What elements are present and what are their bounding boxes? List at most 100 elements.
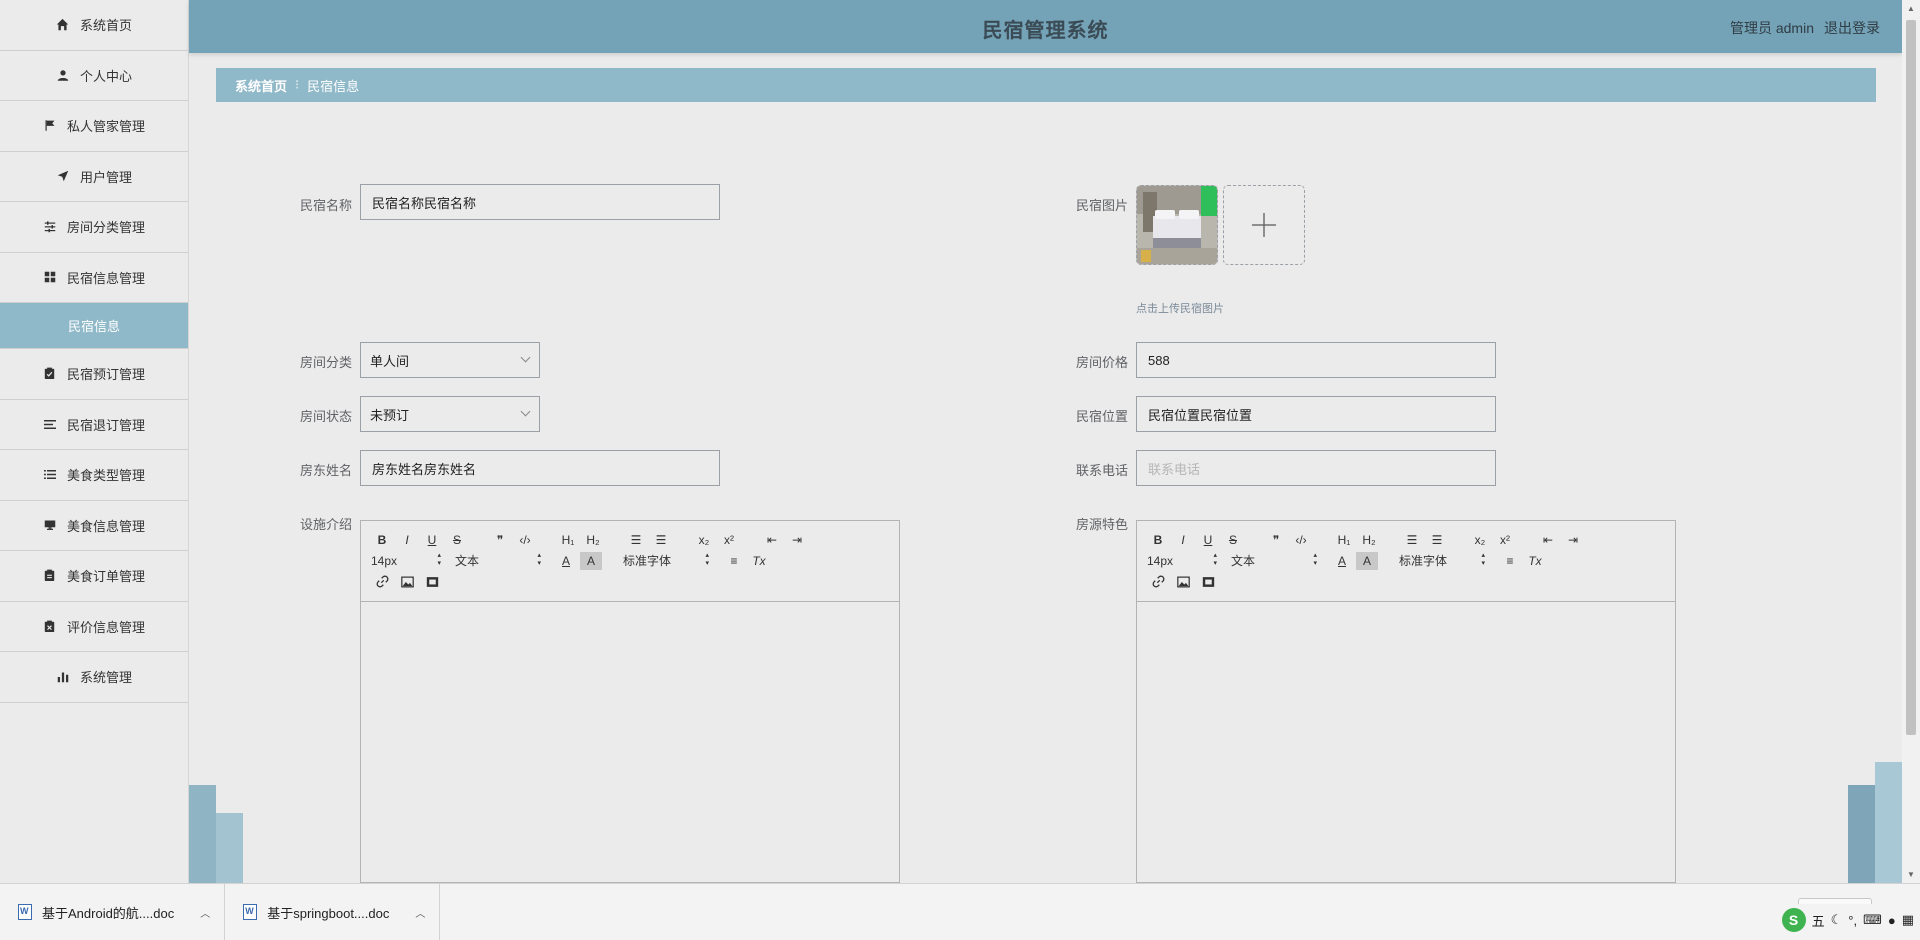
sidebar-subitem-homestay-info[interactable]: 民宿信息 [0, 303, 188, 349]
h2-button[interactable]: H₂ [582, 531, 604, 549]
scrollbar-thumb[interactable] [1906, 20, 1916, 735]
code-button[interactable]: ‹/› [1290, 531, 1312, 549]
sogou-logo-icon[interactable]: S [1781, 908, 1806, 932]
superscript-button[interactable]: x² [1494, 531, 1516, 549]
sidebar-item-room-category[interactable]: 房间分类管理 [0, 202, 188, 253]
italic-button[interactable]: I [396, 531, 418, 549]
ime-toolbar: S 五 ☾ °, ⌨ ● ▦ [1775, 904, 1918, 936]
quote-button[interactable]: ❞ [489, 531, 511, 549]
image-icon[interactable] [1172, 573, 1194, 591]
send-icon [56, 169, 70, 183]
sidebar-item-food-type[interactable]: 美食类型管理 [0, 450, 188, 501]
strike-button[interactable]: S [446, 531, 468, 549]
sidebar-item-booking[interactable]: 民宿预订管理 [0, 349, 188, 400]
breadcrumb: 系统首页 ⁝ 民宿信息 [216, 68, 1876, 102]
font-color-button[interactable]: A [1331, 552, 1353, 570]
sidebar-item-food-info[interactable]: 美食信息管理 [0, 501, 188, 551]
chevron-down-icon [520, 352, 531, 363]
underline-button[interactable]: U [421, 531, 443, 549]
chevron-up-icon[interactable]: ︿ [415, 905, 425, 920]
monitor-icon [43, 518, 57, 532]
video-icon[interactable] [421, 573, 443, 591]
user-icon[interactable]: ● [1888, 913, 1896, 928]
clean-format-button[interactable]: Tx [748, 552, 770, 570]
price-input[interactable]: 588 [1136, 342, 1496, 378]
bold-button[interactable]: B [1147, 531, 1169, 549]
sidebar-item-butler[interactable]: 私人管家管理 [0, 101, 188, 152]
subscript-button[interactable]: x₂ [693, 531, 715, 549]
features-editor-content[interactable] [1137, 602, 1675, 883]
text-format-select[interactable]: 文本 [455, 552, 541, 570]
font-family-select[interactable]: 标准字体 [1399, 552, 1485, 570]
underline-button[interactable]: U [1197, 531, 1219, 549]
outdent-button[interactable]: ⇤ [761, 531, 783, 549]
scroll-up-icon[interactable]: ▲ [1907, 4, 1915, 13]
font-color-button[interactable]: A [555, 552, 577, 570]
code-button[interactable]: ‹/› [514, 531, 536, 549]
download-item[interactable]: 基于Android的航....doc ︿ [0, 883, 226, 940]
sidebar-item-system[interactable]: 系统管理 [0, 652, 188, 703]
link-icon[interactable] [371, 573, 393, 591]
sidebar-item-label: 美食信息管理 [66, 518, 145, 534]
align-button[interactable]: ≡ [723, 552, 745, 570]
breadcrumb-home[interactable]: 系统首页 [235, 76, 287, 95]
align-button[interactable]: ≡ [1499, 552, 1521, 570]
video-icon[interactable] [1197, 573, 1219, 591]
add-image-button[interactable] [1223, 185, 1305, 265]
h2-button[interactable]: H₂ [1358, 531, 1380, 549]
font-family-select[interactable]: 标准字体 [623, 552, 709, 570]
page-scrollbar[interactable]: ▲ ▼ [1902, 0, 1920, 883]
keyboard-icon[interactable]: ⌨ [1863, 912, 1882, 928]
facilities-editor-content[interactable] [361, 602, 899, 883]
image-icon[interactable] [396, 573, 418, 591]
quote-button[interactable]: ❞ [1265, 531, 1287, 549]
ordered-list-button[interactable]: ☰ [1401, 531, 1423, 549]
subscript-button[interactable]: x₂ [1469, 531, 1491, 549]
bold-button[interactable]: B [371, 531, 393, 549]
landlord-input[interactable]: 房东姓名房东姓名 [360, 450, 720, 486]
scroll-down-icon[interactable]: ▼ [1907, 870, 1915, 879]
editor-toolbar: B I U S ❞ ‹/› H₁ H₂ ☰ ☰ x₂ x² ⇤ ⇥ 14px 文… [1137, 521, 1675, 602]
link-icon[interactable] [1147, 573, 1169, 591]
moon-icon[interactable]: ☾ [1831, 912, 1843, 928]
logout-link[interactable]: 退出登录 [1824, 18, 1880, 38]
italic-button[interactable]: I [1172, 531, 1194, 549]
ime-mode[interactable]: 五 [1812, 911, 1825, 930]
outdent-button[interactable]: ⇤ [1537, 531, 1559, 549]
sidebar-item-profile[interactable]: 个人中心 [0, 51, 188, 101]
sidebar-item-home[interactable]: 系统首页 [0, 0, 188, 51]
bullet-list-button[interactable]: ☰ [650, 531, 672, 549]
phone-input[interactable]: 联系电话 [1136, 450, 1496, 486]
name-input[interactable]: 民宿名称民宿名称 [360, 184, 720, 220]
background-color-button[interactable]: A [1356, 551, 1378, 570]
decoration-left-1 [189, 785, 216, 883]
sidebar-item-label: 民宿预订管理 [66, 367, 145, 383]
sidebar-item-reviews[interactable]: 评价信息管理 [0, 602, 188, 652]
indent-button[interactable]: ⇥ [1562, 531, 1584, 549]
superscript-button[interactable]: x² [718, 531, 740, 549]
clean-format-button[interactable]: Tx [1524, 552, 1546, 570]
strike-button[interactable]: S [1222, 531, 1244, 549]
chevron-up-icon[interactable]: ︿ [200, 905, 210, 920]
download-filename: 基于Android的航....doc [42, 905, 175, 921]
background-color-button[interactable]: A [580, 551, 602, 570]
sidebar-item-food-orders[interactable]: 美食订单管理 [0, 551, 188, 602]
punctuation-icon[interactable]: °, [1848, 913, 1857, 928]
text-format-select[interactable]: 文本 [1231, 552, 1317, 570]
font-size-select[interactable]: 14px [371, 552, 441, 570]
grid-icon[interactable]: ▦ [1902, 912, 1914, 928]
font-size-select[interactable]: 14px [1147, 552, 1217, 570]
category-select[interactable]: 单人间 [360, 342, 540, 378]
sidebar-item-users[interactable]: 用户管理 [0, 152, 188, 202]
indent-button[interactable]: ⇥ [786, 531, 808, 549]
bullet-list-button[interactable]: ☰ [1426, 531, 1448, 549]
status-select[interactable]: 未预订 [360, 396, 540, 432]
h1-button[interactable]: H₁ [557, 531, 579, 549]
ordered-list-button[interactable]: ☰ [625, 531, 647, 549]
location-input[interactable]: 民宿位置民宿位置 [1136, 396, 1496, 432]
sidebar-item-cancellation[interactable]: 民宿退订管理 [0, 400, 188, 450]
h1-button[interactable]: H₁ [1333, 531, 1355, 549]
download-item[interactable]: 基于springboot....doc ︿ [225, 883, 441, 940]
sidebar-item-homestay-info[interactable]: 民宿信息管理 [0, 253, 188, 303]
room-image-thumbnail[interactable] [1136, 185, 1218, 265]
